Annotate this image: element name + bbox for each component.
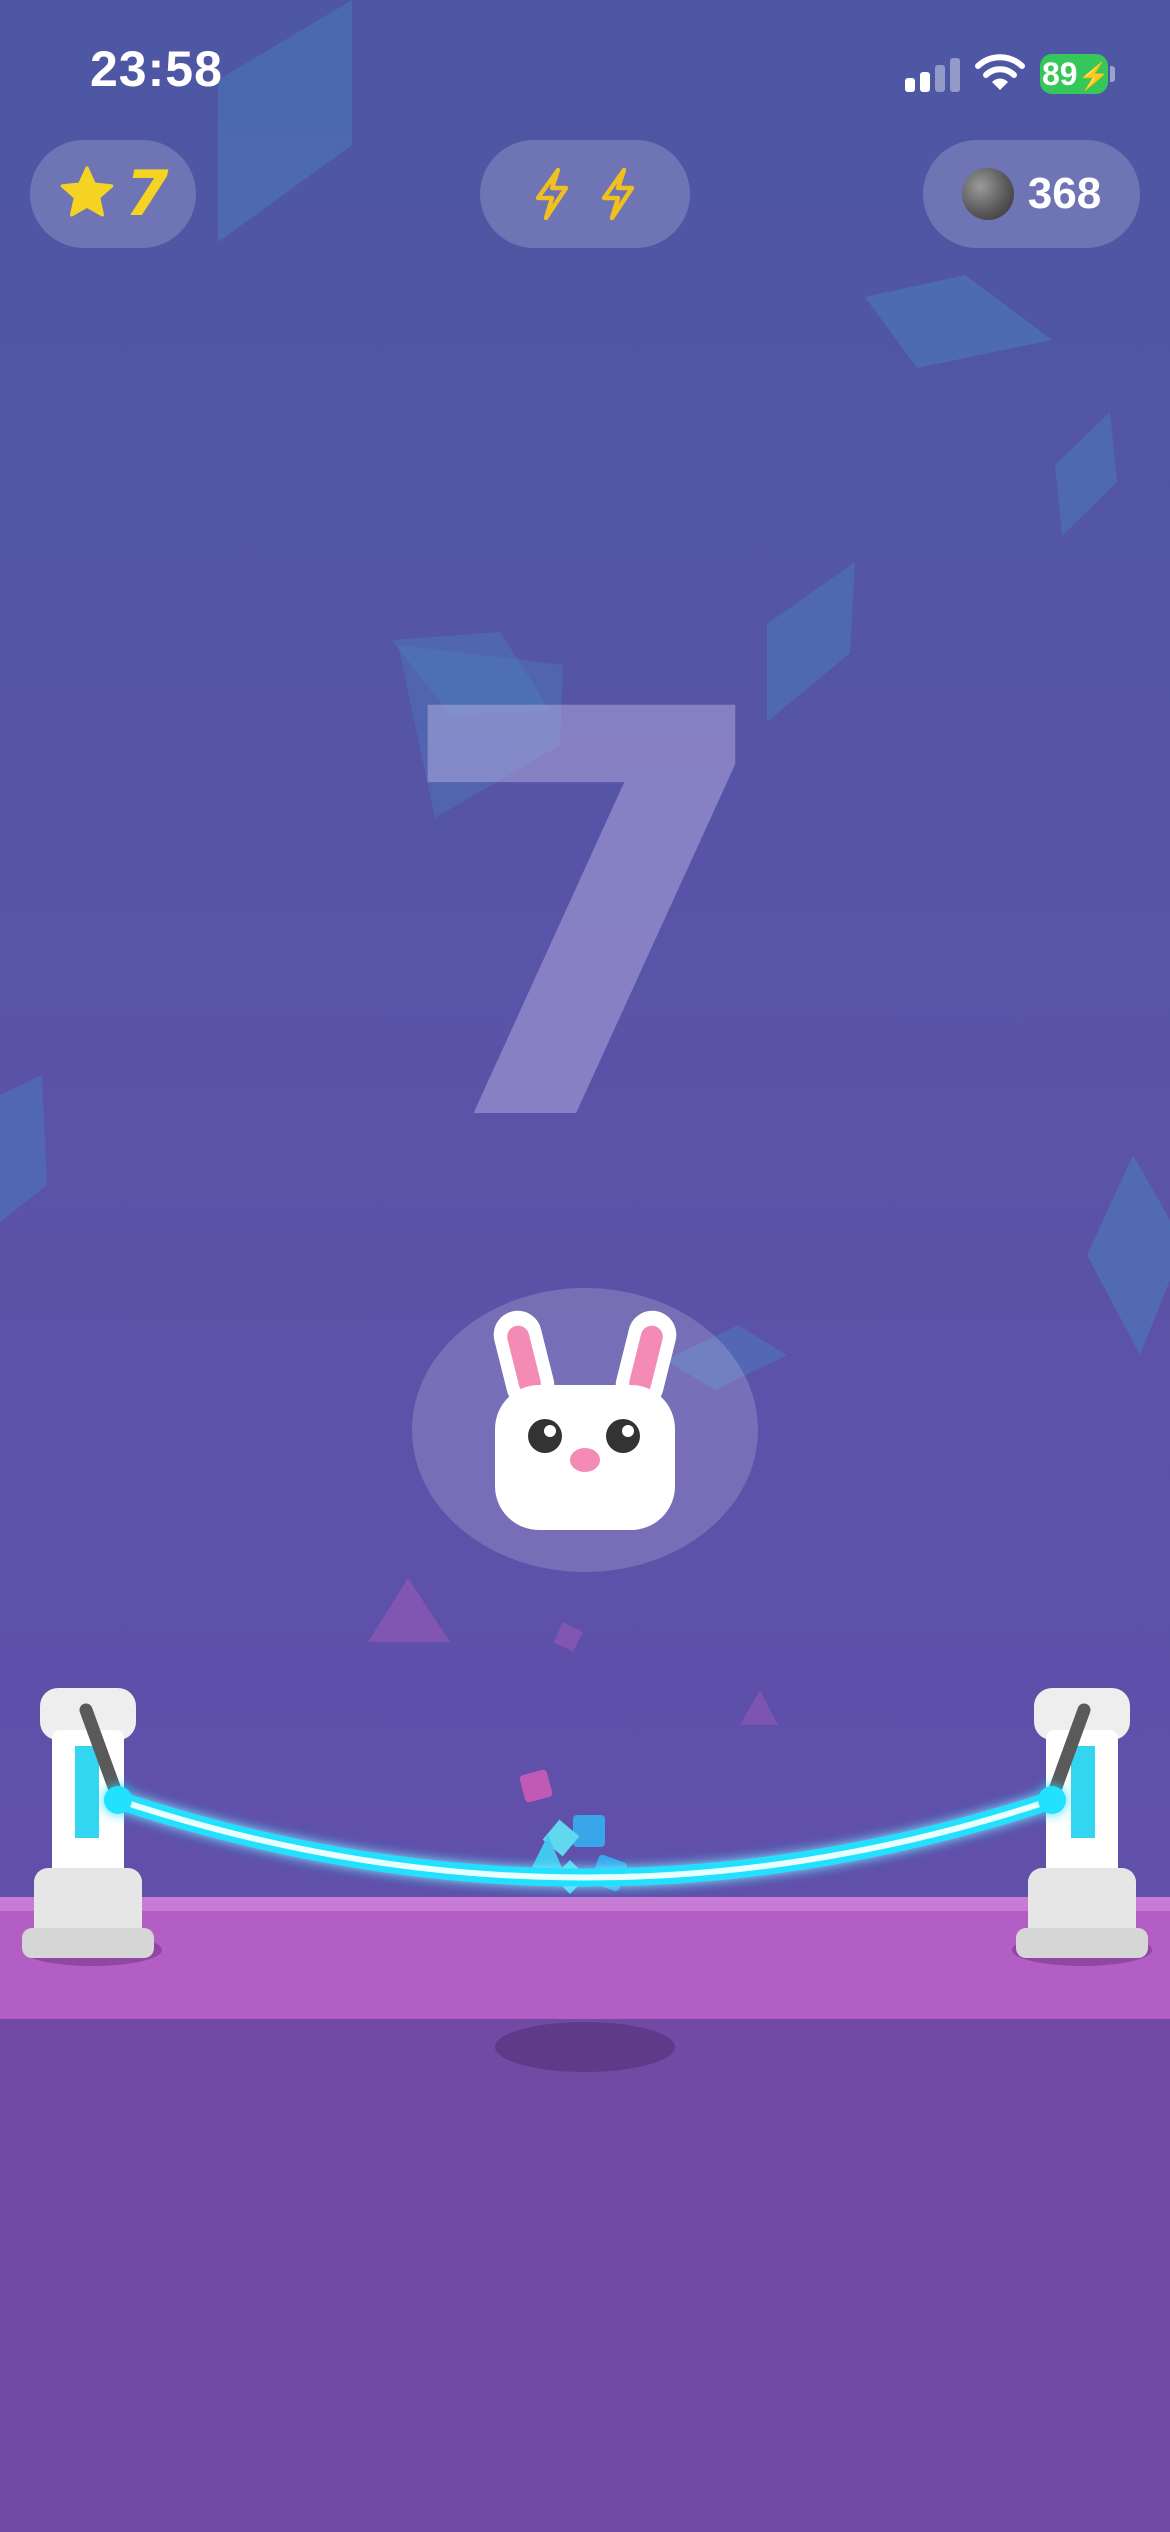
star-icon: [61, 166, 114, 217]
bunny-right-eye: [606, 1419, 640, 1453]
battery-cap: [1110, 66, 1115, 82]
bunny-left-eye: [528, 1419, 562, 1453]
lightning-icon: [601, 168, 635, 220]
bunny-shadow: [495, 2022, 675, 2072]
coins-counter[interactable]: 368: [923, 140, 1140, 248]
coins-count: 368: [1027, 169, 1102, 218]
shard: [1055, 412, 1117, 536]
trampoline[interactable]: [0, 1660, 1170, 2000]
energy-meter[interactable]: [480, 140, 690, 248]
charging-bolt-icon: ⚡: [1077, 61, 1110, 91]
signal-icon: [905, 56, 961, 92]
right-post: [1012, 1688, 1152, 1966]
wifi-icon: [975, 54, 1025, 90]
shard: [368, 1578, 450, 1642]
floor-base: [0, 2019, 1170, 2532]
battery-charging-icon: 89⚡: [1040, 54, 1110, 94]
status-time: 23:58: [90, 41, 223, 97]
stars-count: 7: [125, 157, 169, 230]
bunny-character[interactable]: [475, 1300, 695, 1530]
shard: [218, 0, 352, 242]
lightning-icon: [535, 168, 569, 220]
coin-icon: [961, 168, 1014, 220]
shard: [553, 1622, 583, 1652]
shard: [865, 275, 1052, 368]
bunny-nose: [570, 1448, 600, 1472]
level-number: 7: [390, 594, 780, 1246]
battery-percent: 89: [1042, 56, 1078, 92]
stars-counter[interactable]: 7: [30, 140, 196, 248]
left-post: [22, 1688, 162, 1966]
